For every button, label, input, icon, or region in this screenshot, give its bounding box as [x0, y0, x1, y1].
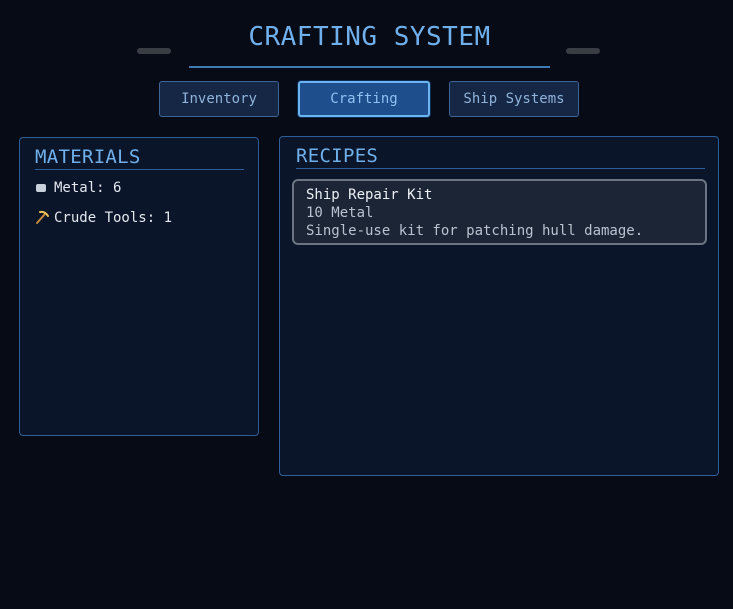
title-decoration-right — [566, 48, 600, 54]
recipe-cost: 10 Metal — [306, 205, 374, 221]
recipe-name: Ship Repair Kit — [306, 187, 433, 203]
tab-crafting[interactable]: Crafting — [298, 81, 430, 117]
page-title: CRAFTING SYSTEM — [248, 22, 491, 52]
material-label: Crude Tools: 1 — [54, 210, 173, 226]
materials-panel: MATERIALS Metal: 6 Crude Tools: 1 — [19, 137, 259, 436]
recipes-header: RECIPES — [296, 145, 379, 167]
tab-ship-systems[interactable]: Ship Systems — [449, 81, 579, 117]
materials-header: MATERIALS — [35, 146, 141, 168]
material-item-metal: Metal: 6 — [34, 179, 121, 196]
recipe-description: Single-use kit for patching hull damage. — [306, 223, 644, 239]
metal-block-icon — [34, 179, 50, 195]
title-underline — [189, 66, 550, 68]
recipes-header-rule — [296, 168, 705, 169]
pickaxe-icon — [34, 209, 50, 225]
material-label: Metal: 6 — [54, 180, 122, 196]
materials-header-rule — [35, 169, 244, 170]
recipe-card-ship-repair-kit[interactable]: Ship Repair Kit 10 Metal Single-use kit … — [292, 179, 707, 245]
tab-inventory[interactable]: Inventory — [159, 81, 279, 117]
recipes-panel: RECIPES Ship Repair Kit 10 Metal Single-… — [279, 136, 719, 476]
material-item-crude-tools: Crude Tools: 1 — [34, 209, 172, 226]
